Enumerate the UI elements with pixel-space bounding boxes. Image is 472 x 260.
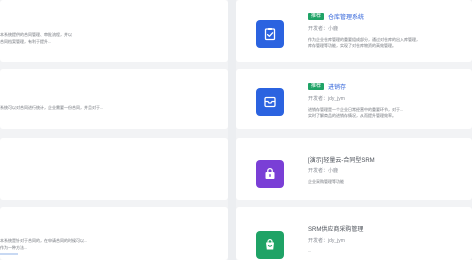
app-desc-line: 实时了解商品的进销存情况，从而提升管理效率。: [308, 113, 396, 118]
app-desc-line: ...: [308, 248, 312, 253]
left-card-desc-line: 系统可以对合同进行统计，企业需要一份合同，并且对于...: [0, 105, 104, 110]
app-developer: 开发者：jdy_jym: [308, 96, 345, 102]
left-card-desc-line: 合同档案管理，有利于提升...: [0, 39, 52, 44]
app-card-srm-demo[interactable]: [演示]轻量云-合同型SRM 开发者：小鹿 企业采购管理等功能: [236, 138, 472, 200]
inbox-icon: [256, 88, 284, 116]
column-divider: [228, 0, 236, 260]
app-title[interactable]: 进销存: [328, 82, 346, 91]
app-title-row: 推荐 进销存: [308, 82, 346, 91]
app-title-row: [演示]轻量云-合同型SRM: [308, 155, 375, 164]
app-title[interactable]: [演示]轻量云-合同型SRM: [308, 155, 375, 164]
cart-icon: [256, 231, 284, 259]
recommend-badge: 推荐: [308, 83, 325, 90]
app-card-warehouse[interactable]: 推荐 仓库管理系统 开发者：小鹿 作为企业仓库管理的重要组成部分，通过对仓库的出…: [236, 0, 472, 62]
left-card-2[interactable]: 系统可以对合同进行统计，企业需要一份合同，并且对于...: [0, 69, 228, 129]
recommend-badge: 推荐: [308, 13, 325, 20]
app-card-srm-supplier[interactable]: SRM供应商采购管理 开发者：jdy_jym ...: [236, 207, 472, 260]
app-developer: 开发者：jdy_jym: [308, 238, 345, 244]
left-card-desc-line: 作为一种方法...: [0, 245, 28, 250]
left-card-1[interactable]: 本系统提供的合同管理、审批流程，并以 合同档案管理，有利于提升...: [0, 0, 228, 62]
app-title[interactable]: 仓库管理系统: [328, 12, 364, 21]
app-card-inventory[interactable]: 推荐 进销存 开发者：jdy_jym 进销存管理是一个企业日常经营中的重要环节，…: [236, 69, 472, 129]
app-marketplace-page: 本系统提供的合同管理、审批流程，并以 合同档案管理，有利于提升... 系统可以对…: [0, 0, 472, 260]
left-card-desc-line: 本系统提供的合同管理、审批流程，并以: [0, 32, 72, 37]
left-card-4[interactable]: 本系统是针对于合同的，在申请合同的时候可以... 作为一种方法...: [0, 207, 228, 260]
left-card-accent-bar: [0, 253, 18, 255]
left-card-desc-line: 本系统是针对于合同的，在申请合同的时候可以...: [0, 238, 88, 243]
app-developer: 开发者：小鹿: [308, 168, 339, 174]
app-title-row: 推荐 仓库管理系统: [308, 12, 364, 21]
clipboard-check-icon: [256, 20, 284, 48]
lock-bag-icon: [256, 160, 284, 188]
left-card-3[interactable]: [0, 138, 228, 200]
app-developer: 开发者：小鹿: [308, 26, 339, 32]
app-desc-line: 企业采购管理等功能: [308, 179, 344, 184]
app-desc-line: 库存管理等功能，实现了对仓库物资的高效管理。: [308, 43, 396, 48]
app-title-row: SRM供应商采购管理: [308, 224, 363, 233]
app-title[interactable]: SRM供应商采购管理: [308, 224, 363, 233]
